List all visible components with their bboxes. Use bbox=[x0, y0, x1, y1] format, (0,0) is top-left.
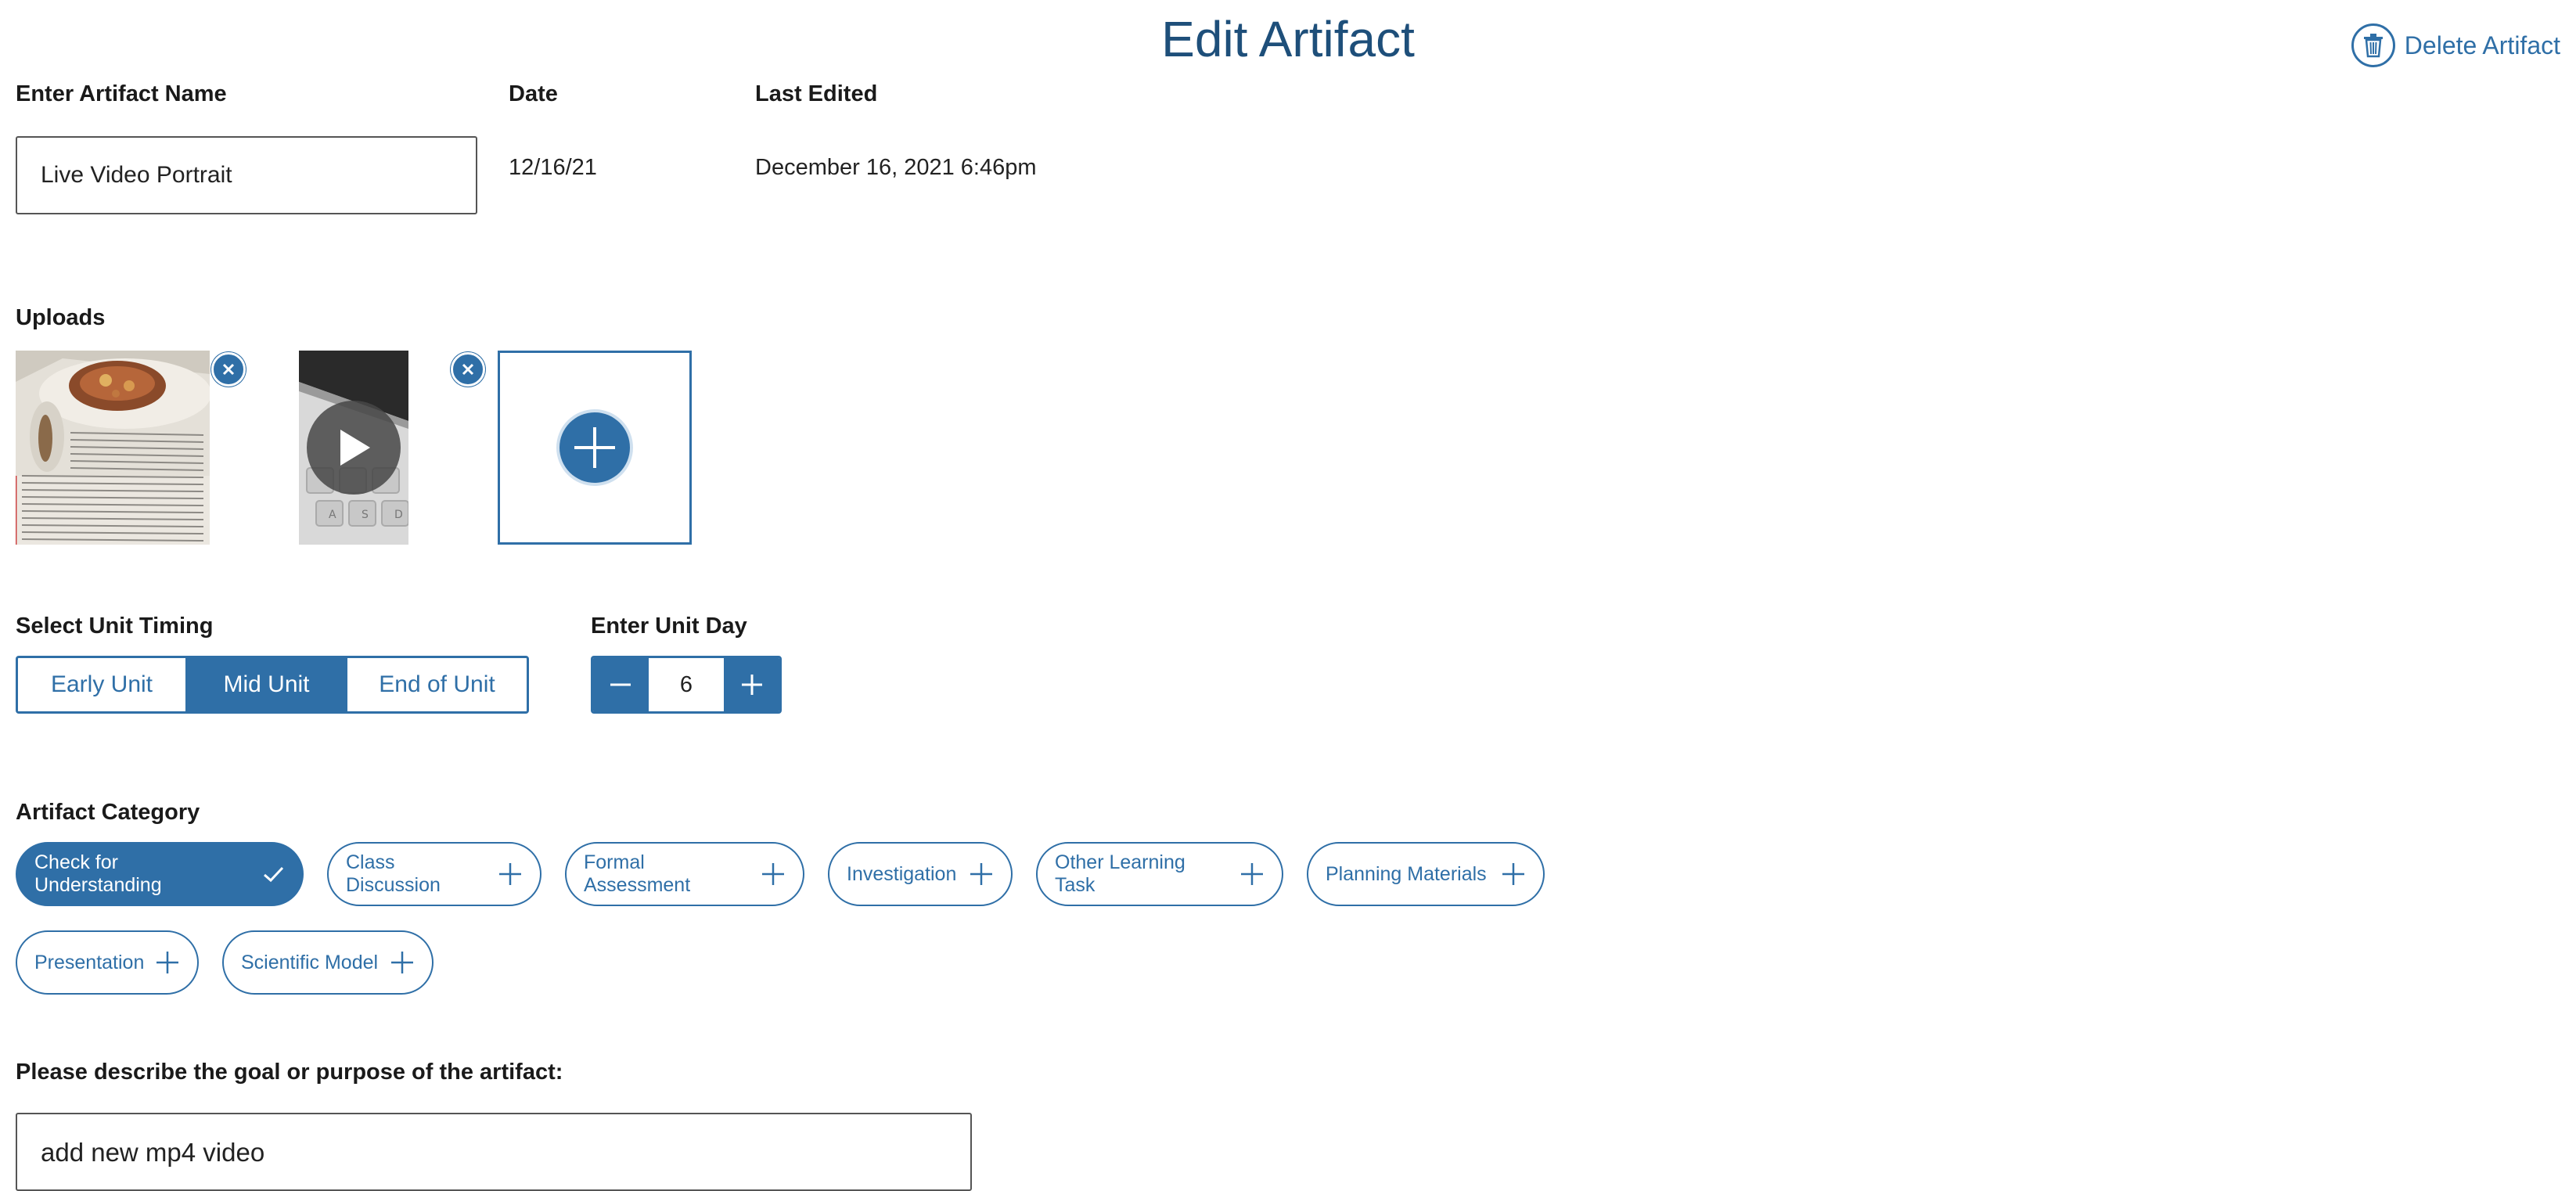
category-scientific-model[interactable]: Scientific Model bbox=[222, 930, 434, 995]
date-value: 12/16/21 bbox=[509, 155, 597, 180]
category-presentation[interactable]: Presentation bbox=[16, 930, 199, 995]
unit-day-stepper: 6 bbox=[591, 656, 782, 714]
goal-textarea[interactable]: add new mp4 video bbox=[16, 1113, 972, 1191]
unit-day-label: Enter Unit Day bbox=[591, 613, 747, 639]
plus-icon bbox=[742, 675, 763, 695]
delete-artifact-label: Delete Artifact bbox=[2404, 31, 2560, 59]
category-other-learning-task[interactable]: Other Learning Task bbox=[1036, 842, 1283, 906]
goal-label: Please describe the goal or purpose of t… bbox=[16, 1060, 563, 1085]
unit-timing-mid[interactable]: Mid Unit bbox=[188, 658, 347, 711]
category-label: Formal Assessment bbox=[584, 851, 691, 896]
category-label: Presentation bbox=[34, 951, 145, 973]
add-upload-button[interactable] bbox=[498, 351, 692, 545]
unit-timing-early[interactable]: Early Unit bbox=[18, 658, 188, 711]
plus-icon bbox=[390, 950, 415, 975]
remove-upload-1-button[interactable] bbox=[211, 352, 246, 387]
artifact-category-label: Artifact Category bbox=[16, 800, 200, 825]
unit-timing-label: Select Unit Timing bbox=[16, 613, 214, 639]
upload-thumbnail-photo[interactable] bbox=[16, 351, 210, 545]
category-label: Planning Materials bbox=[1326, 862, 1487, 885]
delete-artifact-button[interactable]: Delete Artifact bbox=[2351, 23, 2560, 67]
artifact-name-input[interactable]: Live Video Portrait bbox=[16, 136, 477, 214]
artifact-name-value: Live Video Portrait bbox=[41, 162, 232, 188]
close-icon bbox=[222, 363, 235, 376]
plus-icon bbox=[498, 862, 523, 887]
category-label: Check for Understanding bbox=[34, 851, 162, 896]
category-planning-materials[interactable]: Planning Materials bbox=[1307, 842, 1545, 906]
svg-text:D: D bbox=[394, 509, 403, 521]
plus-icon bbox=[969, 862, 994, 887]
plus-icon bbox=[155, 950, 180, 975]
category-label: Scientific Model bbox=[241, 951, 379, 973]
category-investigation[interactable]: Investigation bbox=[828, 842, 1013, 906]
unit-day-value[interactable]: 6 bbox=[647, 658, 725, 711]
goal-value: add new mp4 video bbox=[41, 1138, 265, 1167]
last-edited-value: December 16, 2021 6:46pm bbox=[755, 155, 1037, 180]
artifact-name-label: Enter Artifact Name bbox=[16, 81, 227, 106]
category-label: Class Discussion bbox=[346, 851, 441, 896]
plus-icon bbox=[559, 412, 630, 483]
check-icon bbox=[261, 862, 285, 886]
decrement-button[interactable] bbox=[593, 658, 648, 711]
page-title: Edit Artifact bbox=[1161, 11, 1415, 67]
category-formal-assessment[interactable]: Formal Assessment bbox=[565, 842, 804, 906]
increment-button[interactable] bbox=[725, 658, 779, 711]
unit-timing-end[interactable]: End of Unit bbox=[347, 658, 527, 711]
minus-icon bbox=[610, 683, 631, 686]
category-check-for-understanding[interactable]: Check for Understanding bbox=[16, 842, 304, 906]
plus-icon bbox=[1239, 862, 1265, 887]
svg-text:A: A bbox=[329, 509, 336, 521]
unit-timing-selector: Early Unit Mid Unit End of Unit bbox=[16, 656, 529, 714]
svg-text:S: S bbox=[362, 509, 369, 521]
close-icon bbox=[462, 363, 474, 376]
date-label: Date bbox=[509, 81, 558, 106]
plus-icon bbox=[1501, 862, 1526, 887]
plus-icon bbox=[761, 862, 786, 887]
uploads-label: Uploads bbox=[16, 305, 106, 330]
category-label: Other Learning Task bbox=[1055, 851, 1185, 896]
remove-upload-2-button[interactable] bbox=[451, 352, 485, 387]
category-class-discussion[interactable]: Class Discussion bbox=[327, 842, 541, 906]
last-edited-label: Last Edited bbox=[755, 81, 878, 106]
play-icon[interactable] bbox=[307, 401, 401, 495]
category-label: Investigation bbox=[847, 862, 957, 885]
trash-icon bbox=[2351, 23, 2395, 67]
